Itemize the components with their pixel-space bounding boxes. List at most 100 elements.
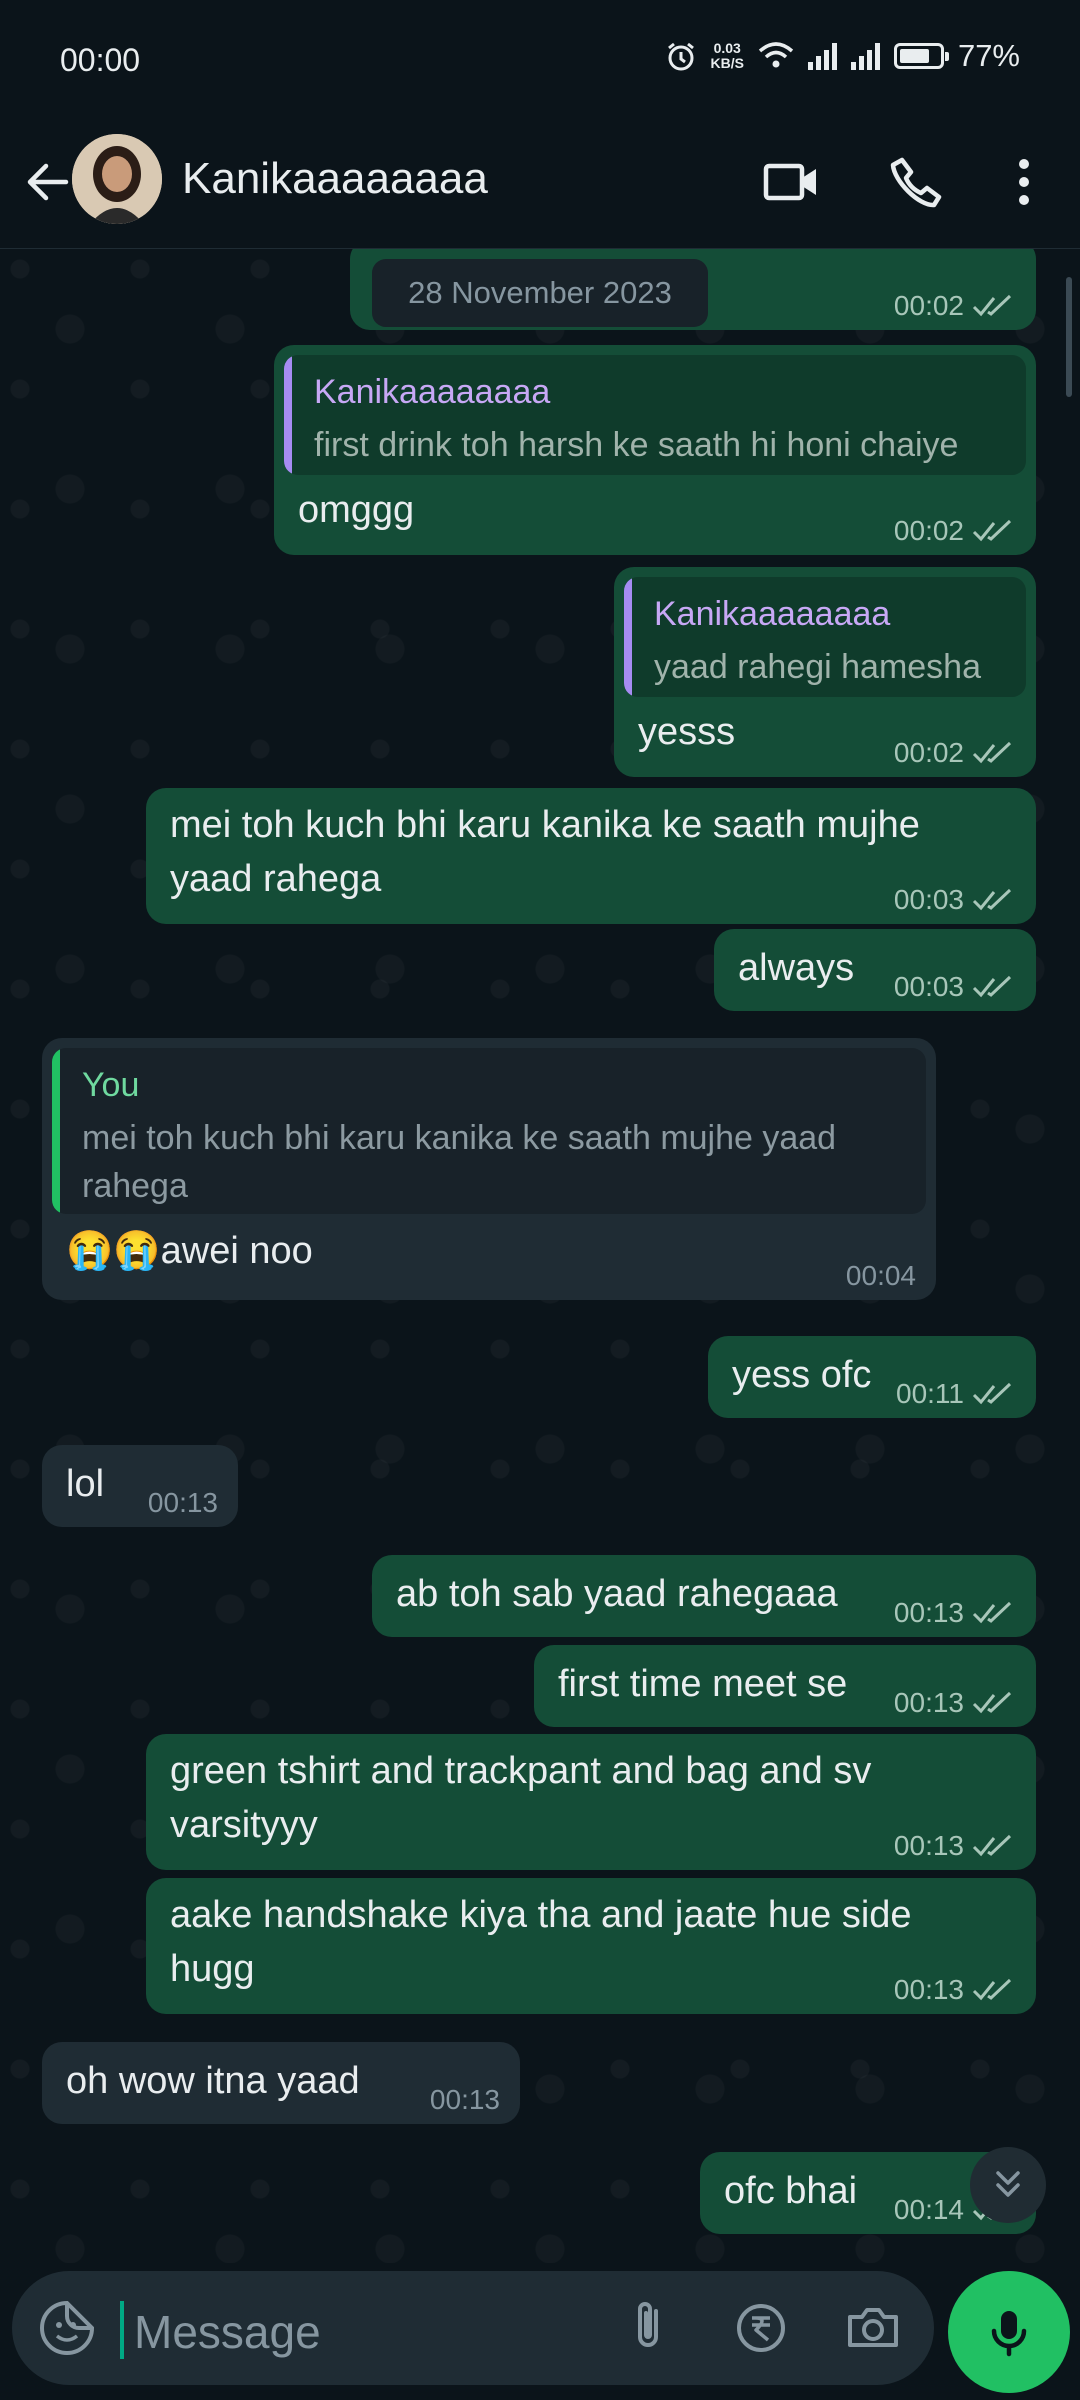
- message-time: 00:02: [893, 290, 964, 321]
- reply-text-line-2: rahega: [82, 1167, 188, 1205]
- reply-sender: You: [82, 1066, 140, 1104]
- network-speed-value: 0.03: [713, 40, 741, 56]
- status-time: 00:00: [60, 42, 141, 78]
- message-text: first time meet se: [558, 1663, 848, 1705]
- message-text-line-1: mei toh kuch bhi karu kanika ke saath mu…: [170, 804, 920, 846]
- message-bubble-outgoing[interactable]: first time meet se 00:13: [534, 1645, 1036, 1727]
- read-ticks-icon: [972, 1978, 1012, 2001]
- video-call-icon[interactable]: [760, 150, 824, 214]
- reply-bar: [284, 355, 292, 475]
- message-time: 00:11: [896, 1378, 964, 1409]
- attach-icon[interactable]: [618, 2297, 680, 2359]
- quoted-reply[interactable]: Kanikaaaaaaaa first drink toh harsh ke s…: [284, 355, 1026, 475]
- message-bubble-outgoing[interactable]: ab toh sab yaad rahegaaa 00:13: [372, 1555, 1036, 1637]
- message-bubble-outgoing[interactable]: Kanikaaaaaaaa first drink toh harsh ke s…: [274, 345, 1036, 555]
- message-text: always: [738, 947, 855, 989]
- message-text-line-2: hugg: [170, 1948, 255, 1990]
- message-meta: 00:13: [148, 1487, 218, 1519]
- message-bubble-outgoing[interactable]: aake handshake kiya tha and jaate hue si…: [146, 1878, 1036, 2014]
- read-ticks-icon: [972, 1382, 1012, 1405]
- message-meta: 00:04: [846, 1260, 916, 1292]
- message-time: 00:03: [893, 884, 964, 915]
- message-time: 00:02: [893, 737, 964, 768]
- read-ticks-icon: [972, 888, 1012, 911]
- message-text: yess ofc: [732, 1354, 872, 1396]
- message-input[interactable]: Message: [12, 2271, 934, 2385]
- message-text: 😭😭awei noo: [66, 1230, 313, 1272]
- message-time: 00:13: [893, 1830, 964, 1861]
- reply-text: yaad rahegi hamesha: [654, 648, 982, 686]
- message-meta: 00:13: [894, 1830, 1016, 1862]
- mic-icon: [991, 2311, 1027, 2357]
- read-ticks-icon: [972, 1691, 1012, 1714]
- message-meta: 00:13: [430, 2084, 500, 2116]
- double-chevron-down-icon: [996, 2171, 1020, 2197]
- message-bubble-incoming[interactable]: oh wow itna yaad 00:13: [42, 2042, 520, 2124]
- message-meta: 00:02: [894, 515, 1016, 547]
- chat-header: Kanikaaaaaaaa: [0, 120, 1080, 249]
- message-text-line-1: green tshirt and trackpant and bag and s…: [170, 1750, 872, 1792]
- message-bubble-incoming[interactable]: lol 00:13: [42, 1445, 238, 1527]
- message-text-line-2: yaad rahega: [170, 858, 382, 900]
- reply-sender: Kanikaaaaaaaa: [314, 373, 551, 411]
- message-input-bar: Message: [0, 2263, 1080, 2400]
- more-options-icon[interactable]: [992, 150, 1056, 214]
- message-bubble-outgoing[interactable]: mei toh kuch bhi karu kanika ke saath mu…: [146, 788, 1036, 924]
- message-bubble-outgoing[interactable]: Kanikaaaaaaaa yaad rahegi hamesha yesss …: [614, 567, 1036, 777]
- message-bubble-outgoing[interactable]: always 00:03: [714, 929, 1036, 1011]
- reply-bar: [624, 577, 632, 697]
- network-speed: 0.03 KB/S: [711, 41, 744, 71]
- message-time: 00:13: [147, 1487, 218, 1518]
- battery-percent: 77%: [957, 38, 1020, 73]
- quoted-reply[interactable]: Kanikaaaaaaaa yaad rahegi hamesha: [624, 577, 1026, 697]
- sticker-icon[interactable]: [36, 2297, 98, 2359]
- read-ticks-icon: [972, 975, 1012, 998]
- scroll-to-bottom-button[interactable]: [970, 2147, 1046, 2223]
- message-meta: 00:03: [894, 884, 1016, 916]
- message-time: 00:13: [893, 1687, 964, 1718]
- read-ticks-icon: [972, 519, 1012, 542]
- message-time: 00:13: [429, 2084, 500, 2115]
- message-text-line-1: aake handshake kiya tha and jaate hue si…: [170, 1894, 912, 1936]
- message-meta: 00:11: [896, 1378, 1016, 1410]
- message-meta: 00:13: [894, 1974, 1016, 2006]
- message-meta: 00:02: [894, 737, 1016, 769]
- battery-icon: [893, 43, 949, 69]
- message-meta: 00:02: [894, 290, 1016, 322]
- message-text: oh wow itna yaad: [66, 2060, 360, 2102]
- read-ticks-icon: [972, 1601, 1012, 1624]
- reply-text-line-1: mei toh kuch bhi karu kanika ke saath mu…: [82, 1119, 837, 1157]
- message-bubble-outgoing[interactable]: yess ofc 00:11: [708, 1336, 1036, 1418]
- message-meta: 00:03: [894, 971, 1016, 1003]
- message-meta: 00:13: [894, 1687, 1016, 1719]
- alarm-icon: [667, 42, 694, 71]
- back-arrow-icon[interactable]: [18, 152, 78, 212]
- message-text: ab toh sab yaad rahegaaa: [396, 1573, 838, 1615]
- message-time: 00:13: [893, 1974, 964, 2005]
- message-bubble-outgoing[interactable]: green tshirt and trackpant and bag and s…: [146, 1734, 1036, 1870]
- message-time: 00:02: [893, 515, 964, 546]
- read-ticks-icon: [972, 1834, 1012, 1857]
- avatar[interactable]: [72, 134, 162, 224]
- signal-icon-2: [850, 42, 880, 70]
- signal-icon: [807, 42, 837, 70]
- scrollbar[interactable]: [1066, 277, 1072, 397]
- message-text: yesss: [638, 711, 736, 753]
- read-ticks-icon: [972, 741, 1012, 764]
- message-time: 00:04: [845, 1260, 916, 1291]
- date-separator: 28 November 2023: [372, 259, 708, 327]
- mic-button[interactable]: [948, 2271, 1070, 2393]
- status-icons: 0.03 KB/S 77%: [665, 38, 1020, 74]
- text-cursor: [120, 2301, 124, 2359]
- message-bubble-incoming[interactable]: You mei toh kuch bhi karu kanika ke saat…: [42, 1038, 936, 1300]
- rupee-payment-icon[interactable]: [730, 2297, 792, 2359]
- wifi-icon: [758, 42, 794, 68]
- contact-name[interactable]: Kanikaaaaaaaa: [182, 154, 488, 204]
- chat-area[interactable]: 00:02 28 November 2023 Kanikaaaaaaaa fir…: [0, 249, 1080, 2263]
- message-meta: 00:13: [894, 1597, 1016, 1629]
- quoted-reply[interactable]: You mei toh kuch bhi karu kanika ke saat…: [52, 1048, 926, 1214]
- status-bar: 00:00 0.03 KB/S 77%: [0, 0, 1080, 120]
- camera-icon[interactable]: [842, 2297, 904, 2359]
- voice-call-icon[interactable]: [884, 150, 948, 214]
- message-text: omggg: [298, 489, 415, 531]
